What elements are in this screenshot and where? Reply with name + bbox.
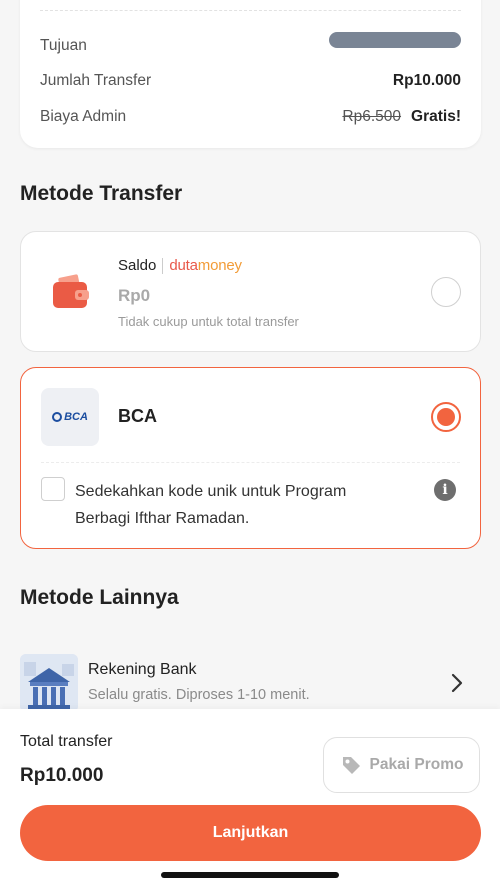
info-icon[interactable]: i <box>434 479 456 501</box>
admin-fee: Rp6.500 Gratis! <box>342 108 461 126</box>
saldo-balance: Rp0 <box>118 286 151 305</box>
bca-radio[interactable] <box>431 402 461 432</box>
summary-label-jumlah: Jumlah Transfer <box>40 72 152 89</box>
bottom-action-bar: Total transfer Rp10.000 Pakai Promo Lanj… <box>0 709 500 889</box>
total-transfer-value: Rp10.000 <box>20 765 104 786</box>
redacted-recipient-name <box>329 32 461 48</box>
summary-row-biaya: Biaya Admin Rp6.500 Gratis! <box>40 105 461 129</box>
admin-fee-free: Gratis! <box>411 108 461 125</box>
sedekah-label: Sedekahkan kode unik untuk Program Berba… <box>75 483 347 527</box>
other-method-title: Rekening Bank <box>88 661 197 678</box>
summary-row-tujuan: Tujuan <box>40 32 461 58</box>
total-transfer-label: Total transfer <box>20 733 113 750</box>
chevron-right-icon <box>451 673 463 693</box>
wallet-icon <box>53 274 89 308</box>
summary-row-jumlah: Jumlah Transfer Rp10.000 <box>40 69 461 93</box>
original-admin-fee: Rp6.500 <box>342 108 402 125</box>
bca-logo: BCA <box>41 388 99 446</box>
divider <box>162 257 164 274</box>
section-title-transfer-method: Metode Transfer <box>20 182 183 205</box>
other-method-rekening-bank[interactable]: Rekening Bank Selalu gratis. Diproses 1-… <box>0 652 500 712</box>
summary-label-biaya: Biaya Admin <box>40 108 127 125</box>
saldo-radio[interactable] <box>431 277 461 307</box>
transfer-summary-card: Tujuan Jumlah Transfer Rp10.000 Biaya Ad… <box>20 0 481 148</box>
use-promo-label: Pakai Promo <box>369 756 464 773</box>
section-title-other-methods: Metode Lainnya <box>20 586 179 609</box>
home-indicator <box>161 872 339 878</box>
payment-option-saldo[interactable]: Saldo dutamoney Rp0 Tidak cukup untuk to… <box>20 231 481 352</box>
use-promo-button[interactable]: Pakai Promo <box>323 737 480 793</box>
saldo-insufficient-note: Tidak cukup untuk total transfer <box>118 314 299 329</box>
promo-tag-icon <box>342 757 360 774</box>
transfer-amount: Rp10.000 <box>392 72 461 89</box>
payment-option-bca[interactable]: BCA BCA Sedekahkan kode unik untuk Progr… <box>20 367 481 549</box>
divider <box>41 462 460 463</box>
divider <box>40 10 461 11</box>
bca-emblem-icon <box>52 412 63 422</box>
bca-label: BCA <box>118 406 157 426</box>
summary-label-tujuan: Tujuan <box>40 37 87 54</box>
other-method-subtitle: Selalu gratis. Diproses 1-10 menit. <box>88 687 310 703</box>
saldo-header: Saldo dutamoney <box>118 257 242 274</box>
saldo-label: Saldo <box>118 257 157 274</box>
sedekah-checkbox[interactable] <box>41 477 65 501</box>
bank-building-icon <box>20 654 78 712</box>
dutamoney-logo: dutamoney <box>169 257 242 274</box>
continue-button[interactable]: Lanjutkan <box>20 805 481 861</box>
